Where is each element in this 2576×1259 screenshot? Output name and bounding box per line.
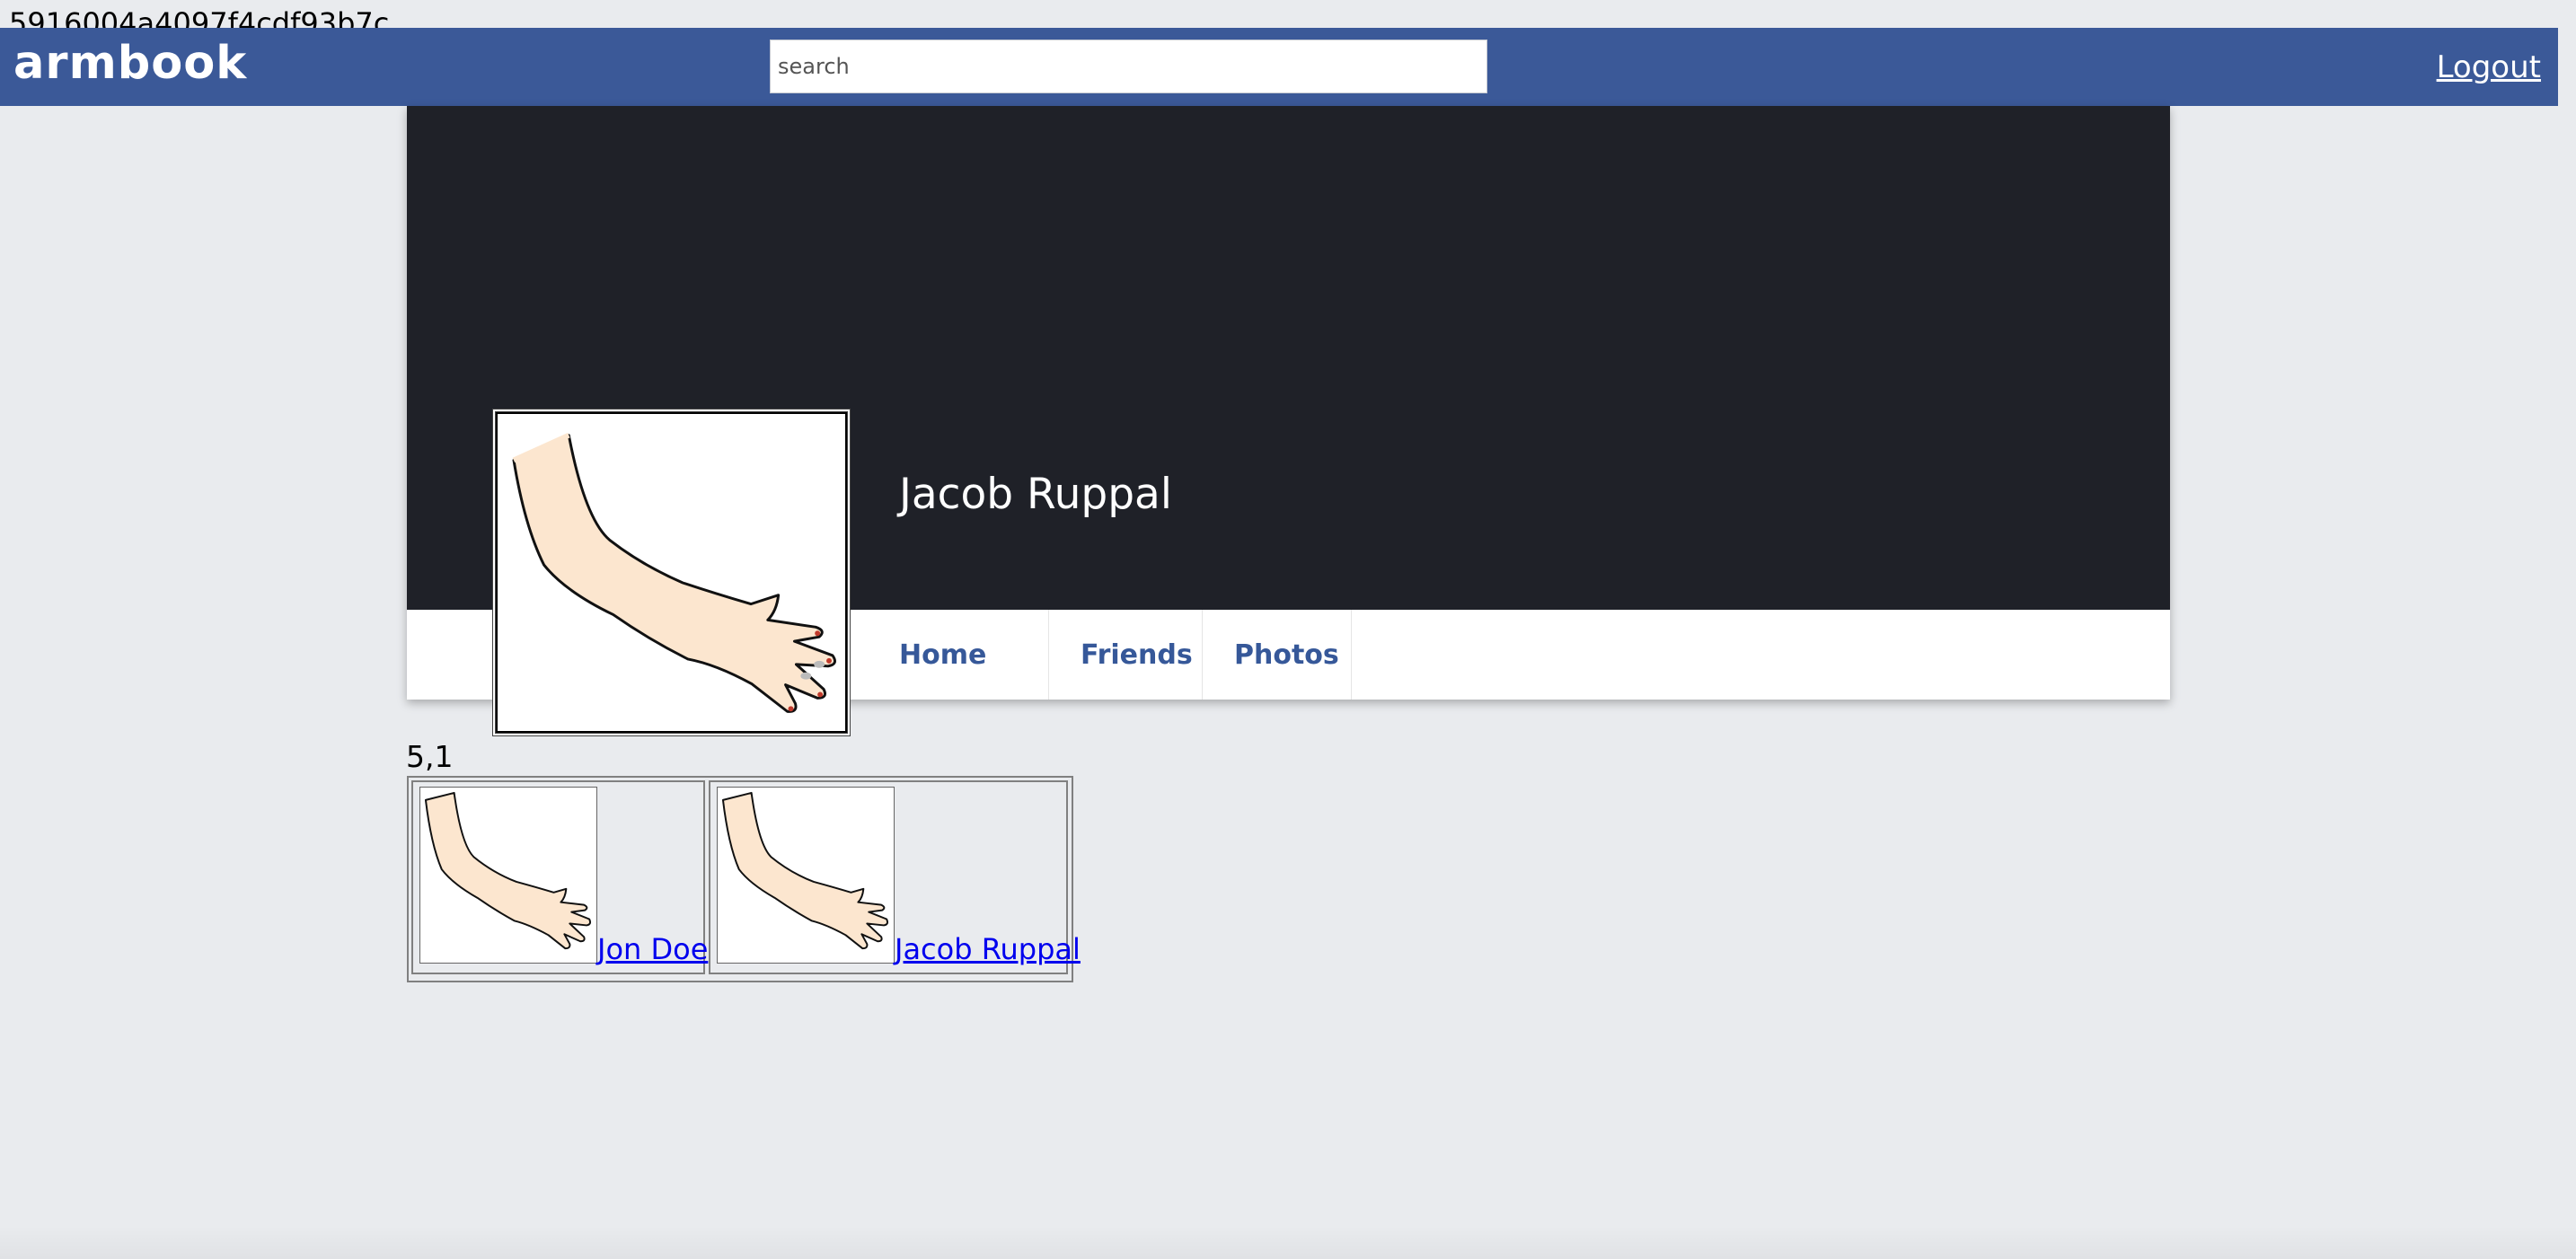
- arm-thumbnail-icon: [424, 791, 592, 950]
- tab-friends[interactable]: Friends: [1049, 610, 1203, 700]
- profile-tab-bar: Home Friends Photos: [881, 610, 1352, 700]
- arm-thumbnail-icon: [721, 791, 889, 950]
- page-bottom-shade: [0, 1226, 2576, 1259]
- logout-link[interactable]: Logout: [2437, 48, 2541, 87]
- friend-cell: Jacob Ruppal: [709, 780, 1081, 974]
- profile-card: Jacob Ruppal Home Friends Photos: [407, 106, 2170, 735]
- friend-link-jon-doe[interactable]: Jon Doe: [597, 931, 708, 967]
- arm-illustration-icon: [512, 433, 836, 713]
- friend-link-jacob-ruppal[interactable]: Jacob Ruppal: [895, 931, 1081, 967]
- tab-photos[interactable]: Photos: [1203, 610, 1352, 700]
- friends-table: Jon Doe Jacob Ruppal: [407, 776, 1081, 982]
- profile-picture[interactable]: [493, 409, 850, 735]
- top-navigation-bar: armbook Logout: [0, 28, 2558, 106]
- tab-home[interactable]: Home: [881, 610, 1049, 700]
- armbook-logo[interactable]: armbook: [13, 35, 247, 92]
- friend-avatar[interactable]: [419, 787, 597, 964]
- search-input[interactable]: [770, 40, 1487, 93]
- friend-avatar[interactable]: [717, 787, 895, 964]
- friend-cell: Jon Doe: [411, 780, 708, 974]
- friend-count: 5,1: [406, 739, 454, 774]
- profile-name: Jacob Ruppal: [899, 470, 1172, 519]
